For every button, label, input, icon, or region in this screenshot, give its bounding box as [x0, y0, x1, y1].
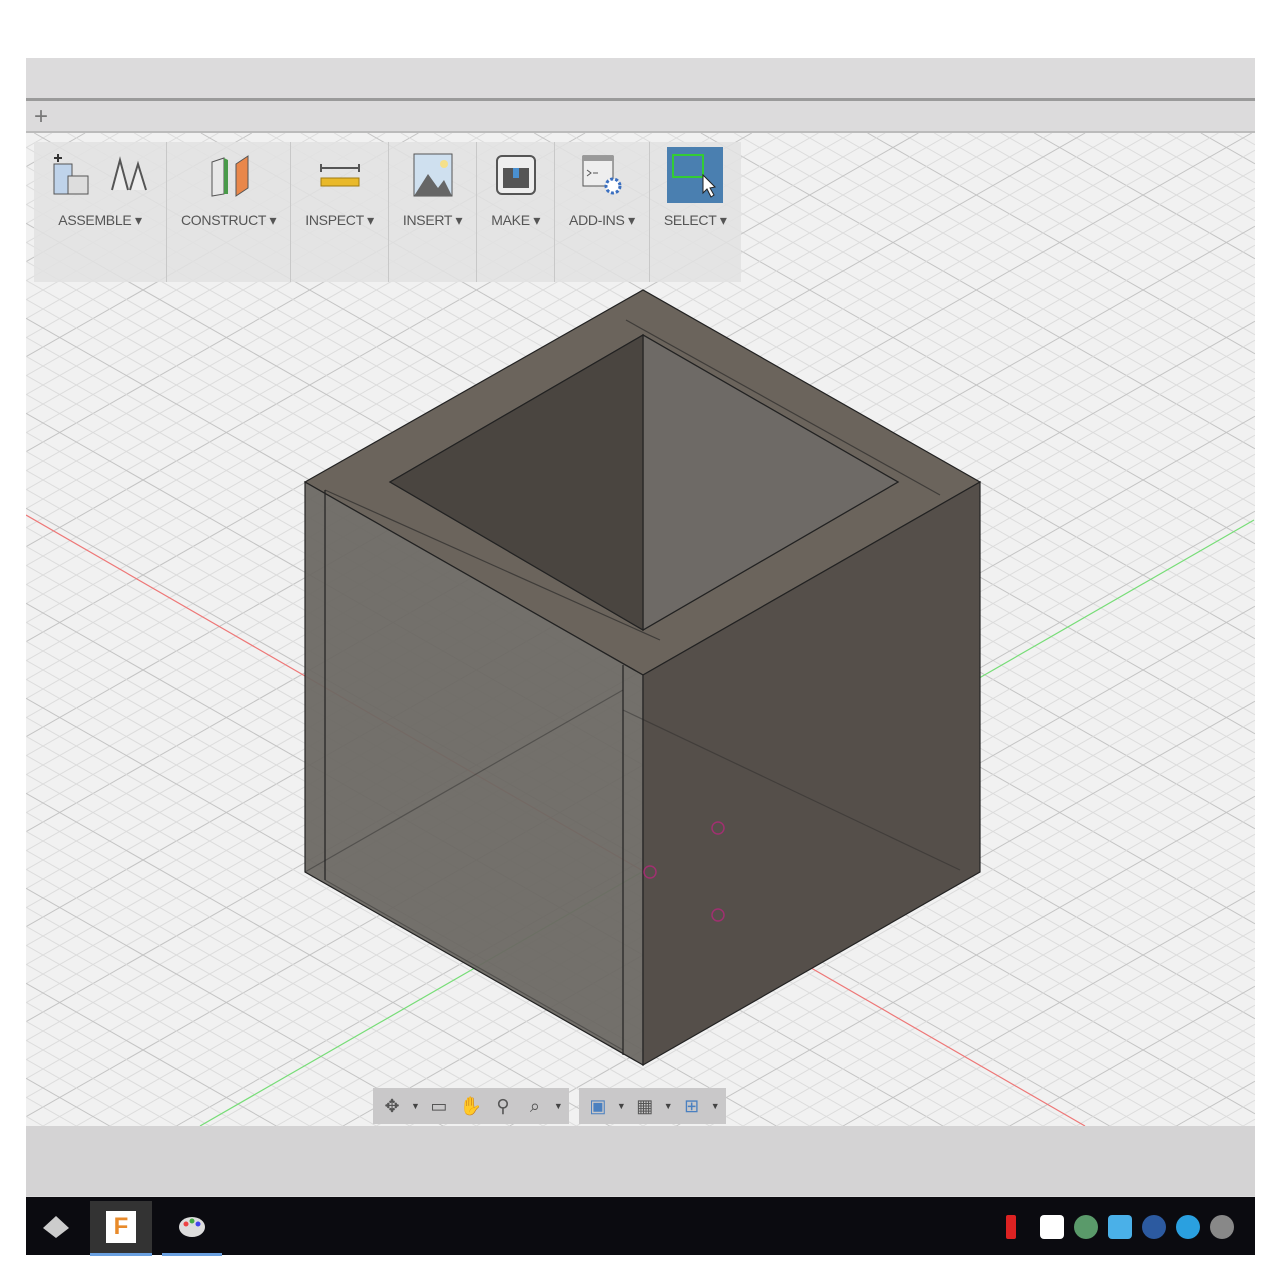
display-dropdown[interactable]: ▼	[617, 1101, 626, 1111]
select-menu[interactable]: SELECT ▾	[650, 142, 741, 282]
grid-line	[976, 966, 1255, 1126]
app-tray-icon[interactable]	[1108, 1215, 1132, 1239]
taskbar-paint[interactable]	[162, 1201, 222, 1256]
construct-menu[interactable]: CONSTRUCT ▾	[167, 142, 292, 282]
image-icon	[413, 153, 453, 197]
assemble-menu[interactable]: ASSEMBLE ▾	[34, 142, 167, 282]
grid-line	[26, 1115, 44, 1126]
connection-icon[interactable]	[1142, 1215, 1166, 1239]
assemble-label: ASSEMBLE ▾	[58, 212, 142, 228]
grid-line	[26, 1039, 177, 1126]
grid-line	[1209, 1099, 1255, 1126]
start-button[interactable]	[26, 1201, 86, 1253]
grid-line	[1109, 1042, 1255, 1126]
grid-line	[26, 925, 377, 1126]
ribbon-toolbar: ASSEMBLE ▾ CONSTRUCT ▾ INSPECT ▾ INSERT …	[34, 142, 741, 282]
3d-print-icon	[495, 155, 536, 195]
start-icon	[43, 1216, 69, 1238]
fusion-360-icon: F	[105, 1211, 137, 1243]
grid-line	[1076, 1023, 1255, 1126]
viewports-icon[interactable]: ⊞	[679, 1094, 705, 1118]
fit-dropdown[interactable]: ▼	[554, 1101, 563, 1111]
add-ins-menu[interactable]: ADD-INS ▾	[555, 142, 650, 282]
grid-line	[1133, 133, 1255, 203]
select-icon	[667, 147, 724, 203]
grid-line	[26, 1020, 210, 1126]
network-globe-icon[interactable]	[1074, 1215, 1098, 1239]
insert-label: INSERT ▾	[402, 212, 463, 228]
grid-line	[26, 944, 344, 1126]
grid-line	[1000, 133, 1255, 279]
make-label: MAKE ▾	[491, 212, 541, 228]
sync-icon[interactable]	[1210, 1215, 1234, 1239]
joint-icon[interactable]	[106, 150, 152, 200]
insert-menu[interactable]: INSERT ▾	[389, 142, 478, 282]
taskbar-fusion-360[interactable]: F	[90, 1201, 152, 1256]
viewports-dropdown[interactable]: ▼	[711, 1101, 720, 1111]
grid-line	[26, 1058, 144, 1126]
grid-line	[26, 1001, 244, 1126]
grid-line	[1242, 1118, 1255, 1126]
grid-line	[933, 133, 1255, 317]
skype-icon[interactable]	[1176, 1215, 1200, 1239]
grid-dropdown[interactable]: ▼	[664, 1101, 673, 1111]
orbit-dropdown[interactable]: ▼	[411, 1101, 420, 1111]
grid-line	[1042, 1004, 1255, 1126]
select-label: SELECT ▾	[663, 212, 727, 228]
measure-icon	[319, 164, 360, 187]
grid-line	[1033, 133, 1255, 260]
grid-line	[842, 890, 1255, 1126]
add-ins-label: ADD-INS ▾	[569, 212, 635, 228]
look-at-icon[interactable]: ▭	[426, 1094, 452, 1118]
grid-line	[26, 982, 277, 1126]
security-shield-icon[interactable]	[1040, 1215, 1064, 1239]
paint-icon	[179, 1217, 205, 1237]
construct-label: CONSTRUCT ▾	[181, 212, 277, 228]
make-menu[interactable]: MAKE ▾	[477, 142, 556, 282]
taskbar: F	[26, 1197, 1255, 1256]
grid-line	[900, 133, 1255, 336]
pan-icon[interactable]: ✋	[458, 1094, 484, 1118]
fit-icon[interactable]: ⌕	[522, 1094, 548, 1118]
grid-line	[1200, 133, 1255, 165]
navigation-bar: ✥ ▼ ▭ ✋ ⚲ ⌕ ▼ ▣ ▼ ▦ ▼ ⊞ ▼	[373, 1088, 726, 1124]
grid-line	[26, 1077, 110, 1126]
fusion-window: + ASSEMBLE ▾ CONSTRUCT ▾ INSPECT ▾ INSER…	[26, 58, 1255, 1256]
grid-line	[1009, 985, 1255, 1126]
new-tab-button[interactable]: +	[34, 103, 48, 131]
grid-line	[942, 947, 1255, 1126]
inspect-label: INSPECT ▾	[305, 212, 374, 228]
inspect-menu[interactable]: INSPECT ▾	[291, 142, 389, 282]
title-bar	[26, 58, 1255, 101]
grid-line	[1142, 1061, 1255, 1126]
zoom-icon[interactable]: ⚲	[490, 1094, 516, 1118]
grid-icon[interactable]: ▦	[632, 1094, 658, 1118]
grid-line	[1100, 133, 1255, 222]
tab-bar: +	[26, 101, 1255, 133]
grid-line	[800, 133, 1255, 393]
timeline-area	[26, 1126, 1255, 1196]
pin-icon[interactable]	[1006, 1215, 1016, 1239]
grid-line	[1233, 133, 1255, 146]
scripts-icon	[582, 155, 622, 195]
display-settings-icon[interactable]: ▣	[585, 1094, 611, 1118]
plane-icon	[211, 155, 249, 197]
grid-line	[1176, 1080, 1255, 1126]
new-component-icon[interactable]	[48, 150, 94, 200]
orbit-icon[interactable]: ✥	[379, 1094, 405, 1118]
grid-line	[833, 133, 1255, 374]
